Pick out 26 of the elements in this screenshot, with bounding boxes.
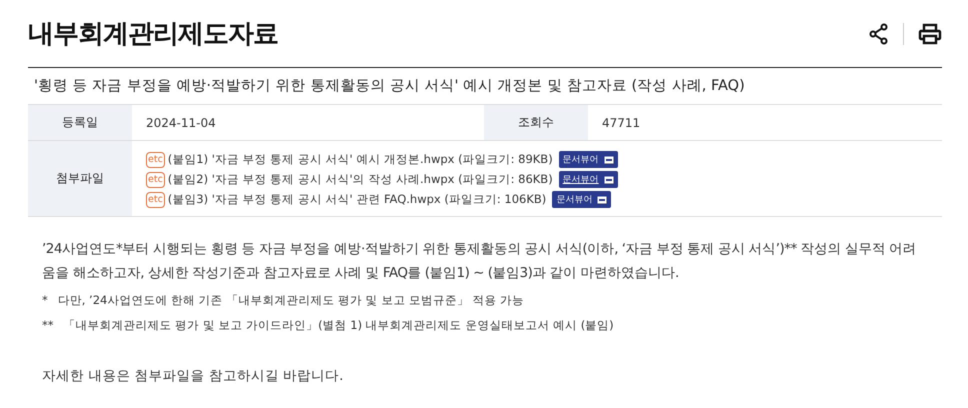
- meta-label: 조회수: [484, 105, 588, 140]
- file-type-badge: etc: [146, 152, 165, 168]
- page-title: 내부회계관리제도자료: [28, 18, 278, 51]
- viewer-button[interactable]: 문서뷰어: [552, 191, 612, 208]
- document-icon: [604, 156, 614, 164]
- attachment-link[interactable]: (붙임1) '자금 부정 통제 공시 서식' 예시 개정본.hwpx (파일크기: 89KB): [168, 152, 553, 167]
- footnote-text: 다만, ’24사업연도에 한해 기존 「내부회계관리제도 평가 및 보고 모범규준」 적용 가능: [58, 293, 524, 308]
- attachment-link[interactable]: (붙임2) '자금 부정 통제 공시 서식'의 작성 사례.hwpx (파일크기: 86KB): [168, 172, 553, 187]
- meta-value: 2024-11-04: [145, 114, 217, 132]
- footnote-mark: **: [42, 318, 54, 333]
- meta-label: 등록일: [28, 105, 132, 140]
- viewer-button[interactable]: 문서뷰어: [558, 151, 618, 168]
- closing-text: 자세한 내용은 첨부파일을 참고하시길 바랍니다.: [42, 367, 344, 385]
- print-icon[interactable]: [918, 22, 942, 44]
- document-icon: [597, 196, 608, 204]
- viewer-button[interactable]: 문서뷰어: [558, 171, 618, 188]
- meta-value: 47711: [601, 114, 642, 132]
- document-icon: [604, 176, 614, 184]
- file-type-badge: etc: [146, 172, 165, 188]
- attachment-link[interactable]: (붙임3) '자금 부정 통제 공시 서식' 관련 FAQ.hwpx (파일크기: 106KB): [168, 192, 546, 207]
- body-paragraph: ’24사업연도*부터 시행되는 횡령 등 자금 부정을 예방·적발하기 위한 통제활동의 공시 서식(이하, ‘자금 부정 통제 공시 서식’)** 작성의 실무적 어려움을 해소하고자, 상세한 작성기준과 참고자료로 사례 및 FAQ를 (붙임1) ~ (붙임3)과 같이 마련하였습니다.: [42, 240, 918, 283]
- file-type-badge: etc: [146, 192, 165, 208]
- footnote-mark: *: [42, 293, 48, 308]
- share-icon[interactable]: [869, 22, 889, 44]
- attachments-label: 첨부파일: [28, 141, 132, 216]
- footnote-text: 「내부회계관리제도 평가 및 보고 가이드라인」(별첨 1) 내부회계관리제도 운영실태보고서 예시 (붙임): [64, 318, 614, 333]
